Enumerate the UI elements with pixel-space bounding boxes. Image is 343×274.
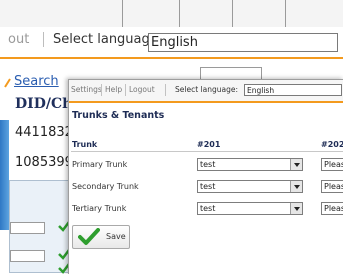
language-input[interactable]: English (244, 84, 342, 96)
language-label: Select language: (175, 85, 238, 94)
top-bar-segment (180, 0, 233, 27)
trunks-window: Settings Help Logout Select language: En… (68, 79, 343, 274)
chevron-down-icon[interactable] (290, 181, 302, 192)
column-header-201: #201 (197, 140, 221, 149)
save-label: Save (106, 232, 126, 241)
form-input[interactable] (10, 222, 45, 234)
save-button[interactable]: Save (72, 225, 130, 249)
trunk-row-label: Secondary Trunk (72, 182, 139, 191)
search-link[interactable]: Search (14, 74, 59, 89)
select-value: test (200, 160, 216, 169)
column-header-trunk: Trunk (72, 140, 98, 149)
top-bar-segment (0, 0, 123, 27)
trunk-row-label: Tertiary Trunk (72, 204, 127, 213)
toolbar-divider (101, 84, 102, 96)
form-input[interactable] (10, 250, 45, 262)
toolbar-divider (165, 84, 166, 96)
column-header-202: #202 (321, 140, 343, 149)
secondary-trunk-201-select[interactable]: test (197, 180, 303, 193)
select-value: test (200, 204, 216, 213)
tertiary-trunk-201-select[interactable]: test (197, 202, 303, 215)
page-title: Trunks & Tenants (72, 110, 165, 121)
side-panel-strip (0, 120, 9, 230)
checkmark-icon (78, 228, 100, 245)
language-label: Select language: (53, 32, 163, 47)
logout-link[interactable]: Logout (129, 85, 155, 94)
background-top-bar (0, 0, 343, 28)
select-value: test (200, 182, 216, 191)
header-divider (71, 151, 343, 152)
settings-link[interactable]: Settings (71, 85, 102, 94)
toolbar-divider (125, 84, 126, 96)
logout-link[interactable]: out (8, 32, 45, 47)
top-bar-segment (123, 0, 180, 27)
window-toolbar: Settings Help Logout Select language: En… (69, 80, 343, 103)
top-bar-segment (233, 0, 286, 27)
secondary-trunk-202-select[interactable]: Pleas (321, 180, 343, 193)
primary-trunk-202-select[interactable]: Pleas (321, 158, 343, 171)
help-link[interactable]: Help (105, 85, 122, 94)
trunk-row-label: Primary Trunk (72, 160, 128, 169)
search-icon[interactable] (4, 76, 14, 88)
chevron-down-icon[interactable] (290, 203, 302, 214)
background-form-panel (9, 180, 70, 274)
language-input[interactable]: English (148, 33, 338, 52)
tertiary-trunk-202-select[interactable]: Pleas (321, 202, 343, 215)
chevron-down-icon[interactable] (290, 159, 302, 170)
primary-trunk-201-select[interactable]: test (197, 158, 303, 171)
